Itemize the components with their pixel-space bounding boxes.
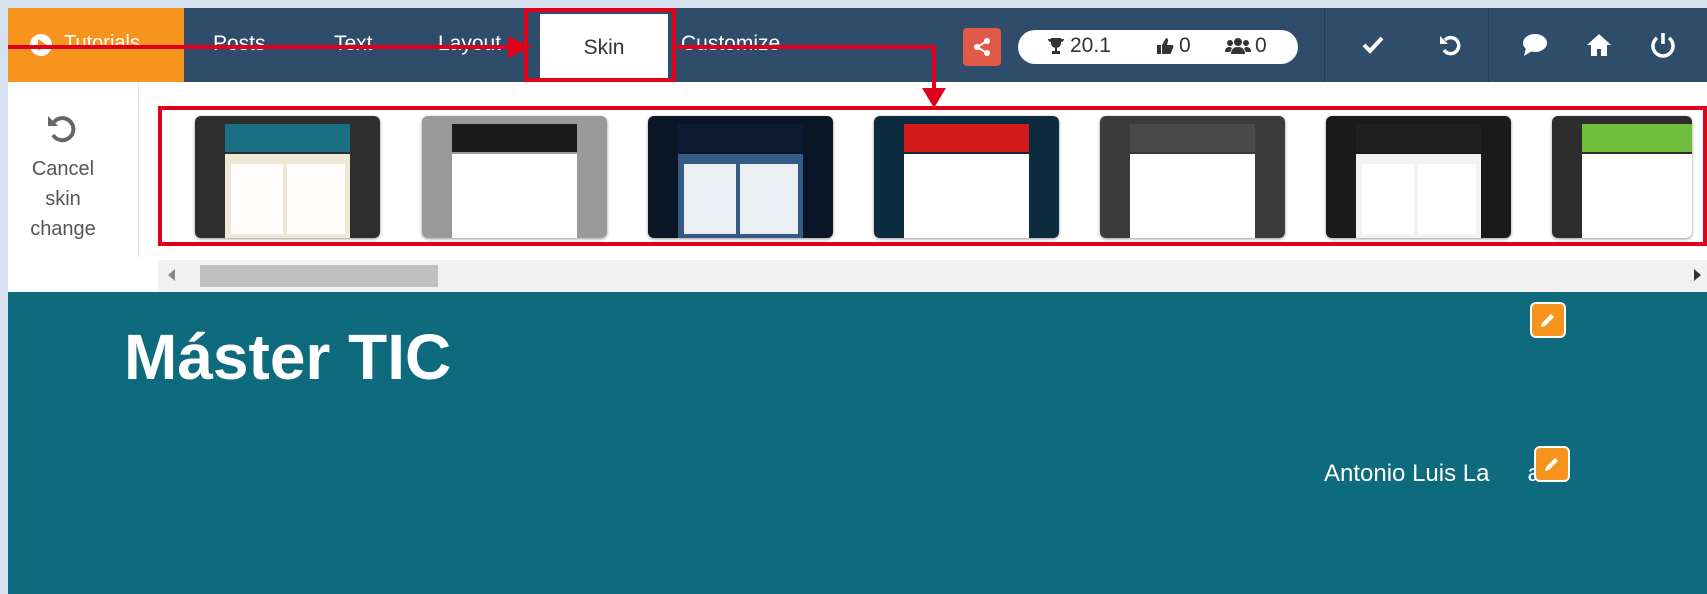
pencil-icon <box>1545 458 1558 471</box>
annotation-highlight-skin-gallery <box>158 106 1707 246</box>
likes-stat: 0 <box>1155 34 1191 58</box>
power-icon[interactable] <box>1648 30 1678 60</box>
blog-title: Máster TIC <box>124 321 452 393</box>
edit-author-button[interactable] <box>1534 446 1570 482</box>
toolbar-divider <box>1324 8 1325 82</box>
share-button[interactable] <box>963 28 1001 66</box>
annotation-arrow-line <box>932 45 936 93</box>
tutorials-label: Tutorials <box>64 32 140 54</box>
tab-layout[interactable]: Layout <box>438 32 501 56</box>
toolbar-divider <box>1488 8 1489 82</box>
comment-icon[interactable] <box>1520 30 1550 60</box>
undo-icon <box>48 116 76 143</box>
annotation-highlight-skin-tab <box>524 8 676 82</box>
tab-text[interactable]: Text <box>334 32 373 56</box>
annotation-arrowhead <box>922 88 946 108</box>
users-icon <box>1225 38 1251 54</box>
scrollbar-thumb[interactable] <box>200 265 438 287</box>
blog-header: Máster TIC Antonio Luis Laa <box>8 292 1707 594</box>
cancel-skin-change-label: Cancel skin change <box>30 158 96 240</box>
trophy-stat: 20.1 <box>1046 34 1111 58</box>
scroll-left-icon[interactable] <box>168 269 175 281</box>
check-icon[interactable] <box>1358 30 1388 60</box>
tab-customize[interactable]: Customize <box>681 32 780 56</box>
cancel-skin-change-button[interactable]: Cancel skin change <box>8 82 139 258</box>
stats-pill: 20.1 0 0 <box>1018 30 1298 64</box>
edit-title-button[interactable] <box>1530 302 1566 338</box>
thumbs-up-icon <box>1157 38 1174 54</box>
likes-value: 0 <box>1179 34 1191 57</box>
annotation-arrow-line <box>676 45 936 49</box>
tab-posts[interactable]: Posts <box>213 32 266 56</box>
horizontal-scrollbar[interactable] <box>158 260 1707 292</box>
pencil-icon <box>1541 314 1554 327</box>
share-icon <box>974 38 990 56</box>
blog-author: Antonio Luis Laa <box>1324 460 1541 487</box>
annotation-arrowhead <box>508 36 532 58</box>
app-frame: Tutorials Posts Text Layout Skin Customi… <box>8 8 1707 594</box>
followers-stat: 0 <box>1225 34 1267 58</box>
scroll-right-icon[interactable] <box>1694 269 1701 281</box>
trophy-icon <box>1048 38 1064 54</box>
undo-icon[interactable] <box>1436 30 1466 60</box>
home-icon[interactable] <box>1584 30 1614 60</box>
annotation-arrow-line <box>8 45 516 49</box>
trophy-value: 20.1 <box>1070 34 1111 57</box>
followers-value: 0 <box>1255 34 1267 57</box>
